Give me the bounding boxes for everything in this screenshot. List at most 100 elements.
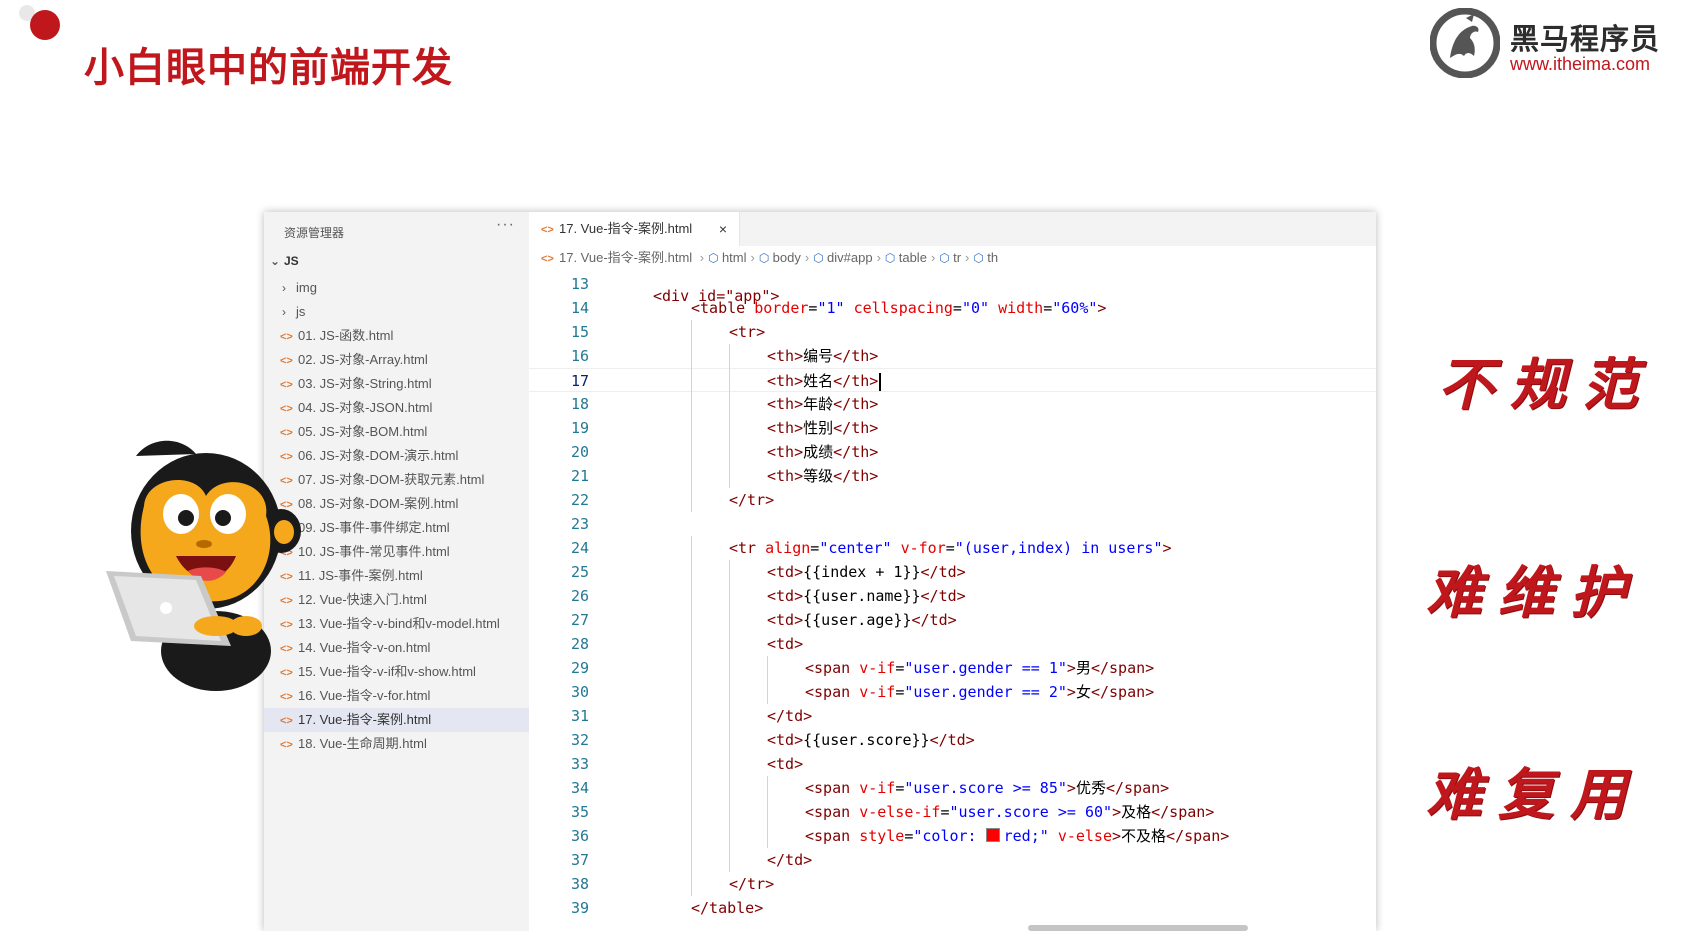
code-token: width [998,299,1044,317]
code-text: <tr align="center" v-for="(user,index) i… [729,536,1172,560]
code-token: {{user.name}} [803,587,921,605]
code-token: </table> [691,899,764,917]
code-token: v-else [1057,827,1112,845]
code-line: 23 [529,512,1376,536]
code-token: </th> [833,395,879,413]
code-text: <span v-if="user.score >= 85">优秀</span> [805,776,1169,800]
tab-active-file[interactable]: <> 17. Vue-指令-案例.html × [529,212,740,246]
indent-guide [691,632,692,656]
code-text: </td> [767,848,812,872]
indent-guide [729,368,730,392]
code-token: <td> [767,635,804,653]
slide-title: 小白眼中的前端开发 [84,45,453,91]
code-text: <th>年龄</th> [767,392,878,416]
file-item[interactable]: <> 04. JS-对象-JSON.html [264,396,529,420]
code-token: <th> [767,419,804,437]
code-token: "1" [817,299,845,317]
file-label: 02. JS-对象-Array.html [298,352,428,367]
code-token: 等级 [803,467,834,485]
code-text: <td> [767,752,803,776]
code-line: 29 <span v-if="user.gender == 1">男</span> [529,656,1376,680]
indent-guide [729,656,730,680]
code-token: = [810,539,820,557]
file-item[interactable]: <> 01. JS-函数.html [264,324,529,348]
code-line: 38 </tr> [529,872,1376,896]
code-line: 18 <th>年龄</th> [529,392,1376,416]
indent-guide [691,416,692,440]
code-line: 28 <td> [529,632,1376,656]
code-line: 35 <span v-else-if="user.score >= 60">及格<… [529,800,1376,824]
code-token: </td> [911,611,957,629]
html-file-icon: <> [280,403,293,415]
code-token: <td> [767,611,804,629]
logo-url: www.itheima.com [1510,54,1651,74]
file-item[interactable]: <> 03. JS-对象-String.html [264,372,529,396]
code-token: </td> [920,563,966,581]
code-line: 33 <td> [529,752,1376,776]
indent-guide [691,392,692,416]
code-text: <th>编号</th> [767,344,878,368]
file-item[interactable]: <> 02. JS-对象-Array.html [264,348,529,372]
folder-item[interactable]: › img [264,276,529,300]
folder-item[interactable]: › js [264,300,529,324]
file-label: 10. JS-事件-常见事件.html [298,544,450,559]
indent-guide [729,848,730,872]
chevron-right-icon: › [282,305,286,319]
file-label: 15. Vue-指令-v-if和v-show.html [298,664,476,679]
code-text: <span v-if="user.gender == 2">女</span> [805,680,1154,704]
close-icon[interactable]: × [719,212,727,246]
code-token: = [940,803,950,821]
note-hard-to-maintain: 难维护 [1426,560,1642,626]
code-token: </th> [833,443,879,461]
code-token: = [895,659,905,677]
indent-guide [691,560,692,584]
code-token: "user.gender == 1" [904,659,1067,677]
line-number: 17 [570,372,589,390]
code-token: border [754,299,809,317]
code-token: </td> [767,851,813,869]
horizontal-scrollbar[interactable] [1028,925,1248,931]
line-number: 27 [570,611,589,629]
line-number: 34 [570,779,589,797]
code-token: 不及格 [1121,827,1167,845]
code-text: </tr> [729,872,774,896]
code-token: 性别 [803,419,834,437]
file-label: 01. JS-函数.html [298,328,394,343]
html-file-icon: <> [541,224,554,236]
code-token: <th> [767,347,804,365]
line-number: 23 [570,515,589,533]
root-folder-js[interactable]: ⌄ JS [270,254,299,268]
file-label: 09. JS-事件-事件绑定.html [298,520,450,535]
indent-guide [691,680,692,704]
line-number: 32 [570,731,589,749]
decor-dot-red [30,10,60,40]
indent-guide [691,752,692,776]
code-text: <th>姓名</th> [767,369,882,393]
html-file-icon: <> [280,379,293,391]
file-item[interactable]: <> 18. Vue-生命周期.html [264,732,529,756]
note-nonstandard: 不规范 [1438,352,1654,418]
note-hard-to-reuse: 难复用 [1426,762,1642,828]
code-text: <th>成绩</th> [767,440,878,464]
code-line: 32 <td>{{user.score}}</td> [529,728,1376,752]
file-item[interactable]: <> 17. Vue-指令-案例.html [264,708,529,732]
indent-guide [691,728,692,752]
code-token: <th> [767,443,804,461]
indent-guide [729,464,730,488]
code-token: 姓名 [803,372,834,390]
html-file-icon: <> [280,331,293,343]
line-number: 18 [570,395,589,413]
color-swatch-icon[interactable] [985,828,1000,842]
code-area[interactable]: <div id="app"> 13 14 <table border="1" cel… [529,270,1376,931]
line-number: 39 [570,899,589,917]
indent-guide [691,488,692,512]
file-label: 07. JS-对象-DOM-获取元素.html [298,472,485,487]
indent-guide [691,704,692,728]
line-number: 38 [570,875,589,893]
code-text: <td>{{index + 1}}</td> [767,560,966,584]
indent-guide [767,680,768,704]
file-label: 04. JS-对象-JSON.html [298,400,433,415]
code-token: </th> [833,419,879,437]
more-actions-button[interactable]: ··· [496,216,515,234]
